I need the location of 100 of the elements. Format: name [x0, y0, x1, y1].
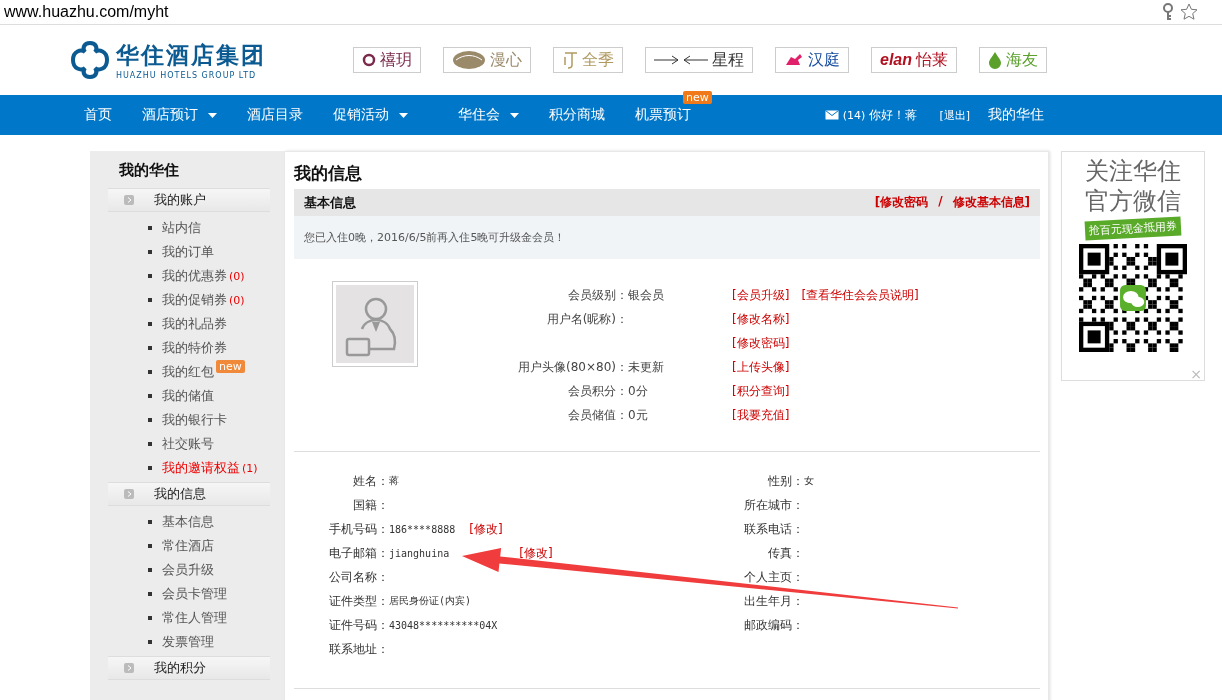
- coupon-ribbon: 抢百元现金抵用券: [1084, 216, 1182, 241]
- field-label: 联系电话：: [744, 521, 804, 536]
- action-link[interactable]: [积分查询]: [732, 382, 790, 400]
- action-link[interactable]: [修改密码]: [732, 334, 790, 352]
- brand-logo[interactable]: 漫心: [443, 47, 531, 73]
- sidebar-group-header[interactable]: 我的账户: [108, 188, 270, 212]
- sidebar-item[interactable]: 我的优惠券: [162, 267, 227, 285]
- logo-icon[interactable]: [70, 40, 110, 80]
- field-label: 证件号码：: [329, 617, 389, 632]
- field-label: 性别：: [768, 473, 804, 488]
- field-value: 186****8888: [389, 523, 456, 535]
- sidebar-item[interactable]: 会员卡管理: [162, 585, 227, 603]
- page-title: 我的信息: [294, 162, 363, 185]
- sidebar-item[interactable]: 站内信: [162, 219, 201, 237]
- mail-count[interactable]: (14): [842, 108, 866, 122]
- logo-name[interactable]: 华住酒店集团: [116, 40, 266, 71]
- expand-icon: [124, 195, 134, 205]
- field-label: 手机号码：: [329, 521, 389, 536]
- field-label: 所在城市：: [744, 497, 804, 512]
- sidebar-group-header[interactable]: 我的信息: [108, 482, 270, 506]
- ad-heading: 官方微信: [1085, 186, 1181, 216]
- field-value: 43048**********04X: [389, 619, 498, 631]
- logout-link[interactable]: [退出]: [939, 107, 970, 123]
- sidebar-item[interactable]: 我的邀请权益: [162, 459, 240, 477]
- new-badge: new: [216, 359, 245, 373]
- field-value: 0元: [628, 407, 648, 422]
- item-count: (0): [229, 293, 245, 307]
- separator-text: /: [938, 194, 943, 210]
- sidebar-item[interactable]: 我的银行卡: [162, 411, 227, 429]
- sidebar-item[interactable]: 我的订单: [162, 243, 214, 261]
- logo-subtitle: HUAZHU HOTELS GROUP LTD: [116, 71, 258, 80]
- field-label: 联系地址：: [329, 641, 389, 656]
- field-value: 蒋: [389, 474, 399, 488]
- action-link[interactable]: [修改名称]: [732, 310, 790, 328]
- sidebar-item[interactable]: 我的红包: [162, 363, 214, 381]
- item-count: (0): [229, 269, 245, 283]
- notice-text: 您已入住0晚，2016/6/5前再入住5晚可升级金会员！: [304, 230, 566, 245]
- my-huazhu-link[interactable]: 我的华住: [988, 106, 1044, 124]
- sidebar-group-header[interactable]: 我的积分: [108, 656, 270, 680]
- brand-logo[interactable]: 汉庭: [775, 47, 849, 73]
- nav-item[interactable]: 促销活动: [333, 106, 408, 124]
- sidebar-item[interactable]: 我的储值: [162, 387, 214, 405]
- field-label: 公司名称：: [329, 569, 389, 584]
- field-label: 出生年月：: [744, 593, 804, 608]
- nav-item[interactable]: 酒店目录: [247, 106, 303, 124]
- sidebar-item[interactable]: 会员升级: [162, 561, 214, 579]
- caret-icon: [208, 112, 217, 118]
- greeting: 你好！蒋: [869, 106, 918, 124]
- field-label: 个人主页：: [744, 569, 804, 584]
- expand-icon: [124, 489, 134, 499]
- address-url[interactable]: www.huazhu.com/myht: [4, 3, 169, 21]
- field-value: 未更新: [628, 359, 664, 374]
- key-icon[interactable]: [1162, 3, 1174, 21]
- field-value: 女: [804, 474, 814, 488]
- field-label: 会员级别：: [568, 287, 628, 302]
- field-value: 居民身份证(内宾): [389, 594, 472, 608]
- field-label: 会员积分：: [568, 383, 628, 398]
- caret-icon: [399, 112, 408, 118]
- brand-logo[interactable]: elan 怡莱: [871, 47, 957, 73]
- avatar-placeholder-icon: [332, 281, 418, 367]
- field-label: 用户头像(80×80)：: [518, 359, 628, 374]
- brand-logo[interactable]: 星程: [645, 47, 753, 73]
- field-label: 姓名：: [353, 473, 389, 488]
- sidebar-item[interactable]: 我的促销券: [162, 291, 227, 309]
- caret-icon: [510, 112, 519, 118]
- field-label: 传真：: [768, 545, 804, 560]
- nav-item[interactable]: 华住会: [458, 106, 519, 124]
- field-label: 邮政编码：: [744, 617, 804, 632]
- sidebar-item[interactable]: 我的特价券: [162, 339, 227, 357]
- sidebar-item[interactable]: 我的礼品券: [162, 315, 227, 333]
- field-label: 会员储值：: [568, 407, 628, 422]
- brand-logo[interactable]: 海友: [979, 47, 1047, 73]
- field-value: 银会员: [628, 287, 664, 302]
- new-badge: new: [683, 91, 712, 104]
- action-link[interactable]: [上传头像]: [732, 358, 790, 376]
- field-value: jianghuina: [389, 547, 450, 559]
- star-icon[interactable]: [1180, 3, 1198, 21]
- sidebar-item[interactable]: 基本信息: [162, 513, 214, 531]
- field-label: 证件类型：: [329, 593, 389, 608]
- sidebar-item[interactable]: 常住酒店: [162, 537, 214, 555]
- nav-item[interactable]: 积分商城: [549, 106, 605, 124]
- mail-icon[interactable]: [824, 110, 839, 120]
- field-label: 国籍：: [353, 497, 389, 512]
- sidebar-item[interactable]: 社交账号: [162, 435, 214, 453]
- sidebar-item[interactable]: 常住人管理: [162, 609, 227, 627]
- action-link[interactable]: 修改基本信息]: [952, 194, 1030, 211]
- sidebar-item[interactable]: 发票管理: [162, 633, 214, 651]
- action-link[interactable]: [我要充值]: [732, 406, 790, 424]
- nav-item[interactable]: 首页: [84, 106, 112, 124]
- nav-item[interactable]: 酒店预订: [142, 106, 217, 124]
- expand-icon: [124, 663, 134, 673]
- edit-link[interactable]: [修改]: [519, 544, 553, 562]
- brand-logo[interactable]: 禧玥: [353, 47, 421, 73]
- sidebar-title: 我的华住: [118, 160, 180, 181]
- action-link[interactable]: [查看华住会会员说明]: [801, 286, 919, 304]
- action-link[interactable]: [修改密码: [874, 194, 929, 211]
- ad-heading: 关注华住: [1085, 156, 1181, 186]
- action-link[interactable]: [会员升级]: [732, 286, 790, 304]
- edit-link[interactable]: [修改]: [469, 520, 503, 538]
- field-label: 电子邮箱：: [329, 545, 389, 560]
